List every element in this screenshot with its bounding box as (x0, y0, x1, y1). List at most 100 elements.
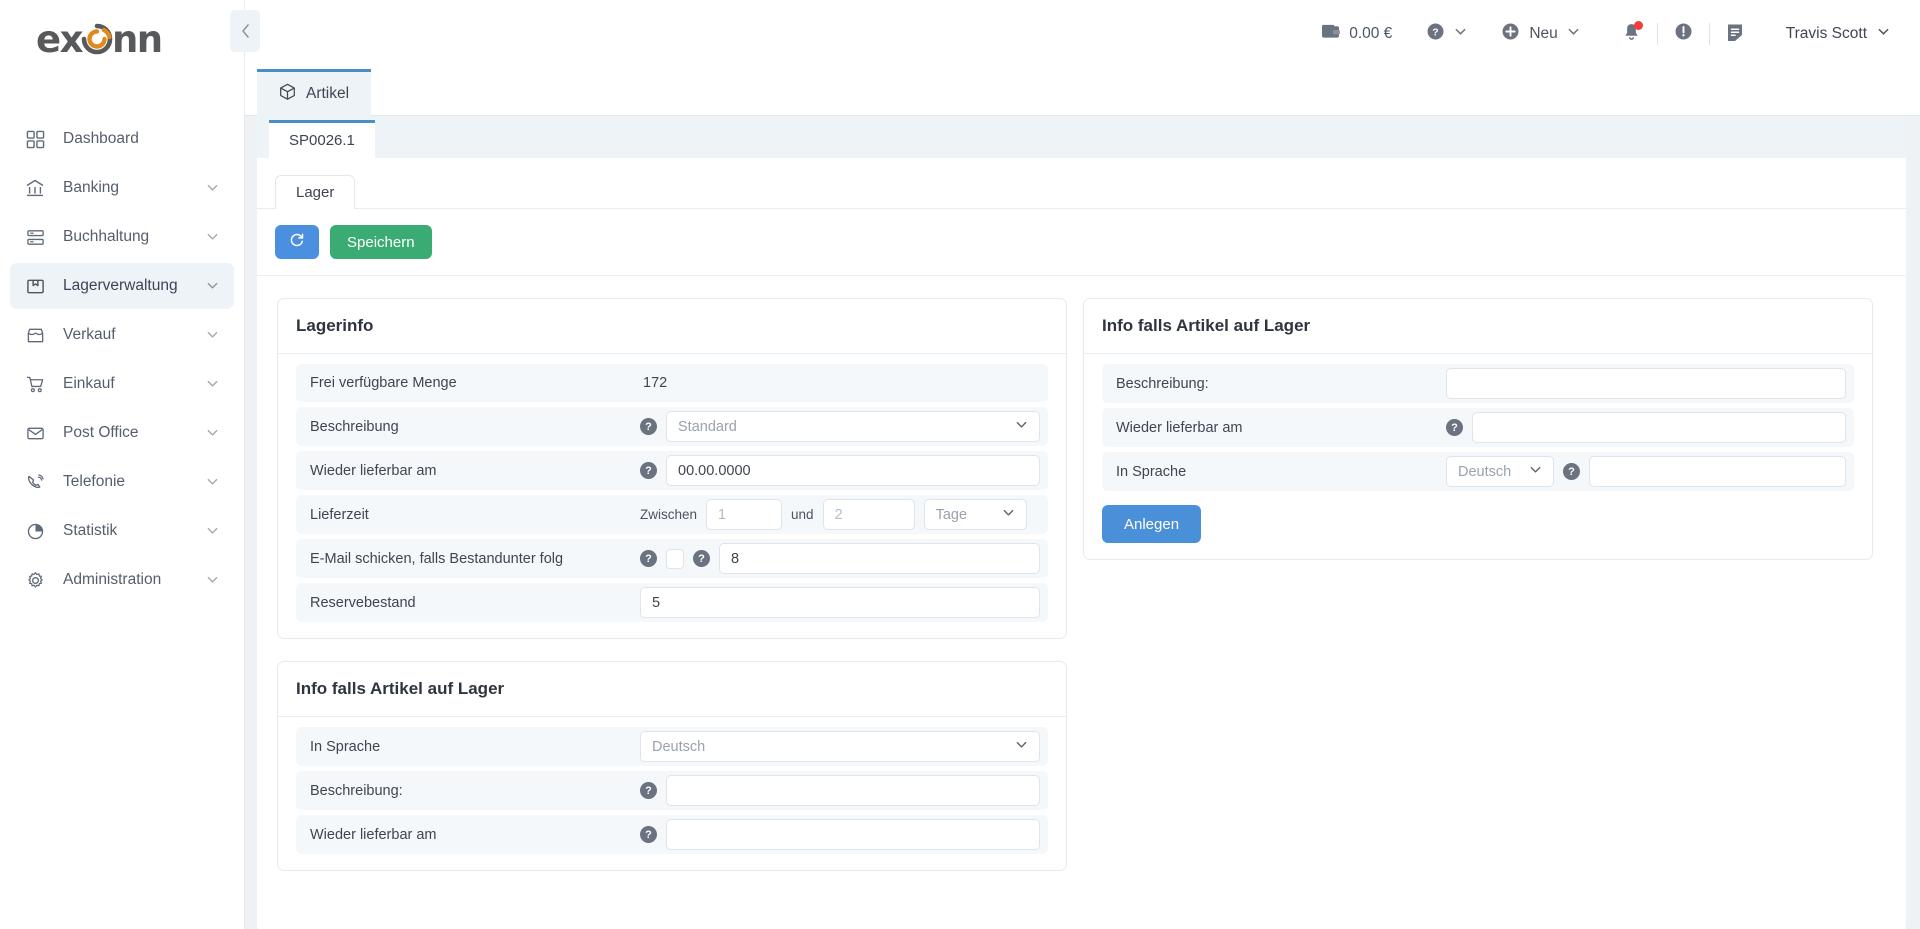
plus-circle-icon (1501, 22, 1520, 46)
document-tab-label: SP0026.1 (289, 132, 355, 149)
help-menu[interactable]: ? (1426, 22, 1467, 46)
refresh-button[interactable] (275, 225, 319, 259)
sidebar-item-label: Post Office (63, 424, 139, 441)
reservebestand-input[interactable] (640, 587, 1040, 618)
beschreibung-input[interactable] (1446, 368, 1846, 399)
lieferzeit-unit-select[interactable]: Tage (923, 499, 1027, 530)
chevron-down-icon (1002, 506, 1015, 523)
card-header: Lagerinfo (278, 299, 1066, 354)
beschreibung-select[interactable]: Standard (666, 411, 1040, 442)
notifications-button[interactable] (1622, 20, 1643, 47)
help-icon[interactable]: ? (640, 418, 657, 435)
wieder-lieferbar-am-input[interactable] (666, 819, 1040, 850)
sidebar-item-lagerverwaltung[interactable]: Lagerverwaltung (10, 263, 234, 309)
sidebar-item-verkauf[interactable]: Verkauf (10, 312, 234, 358)
tab-lager[interactable]: Lager (275, 175, 356, 209)
alerts-button[interactable] (1674, 22, 1693, 46)
sidebar-item-telefonie[interactable]: Telefonie (10, 459, 234, 505)
tab-artikel[interactable]: Artikel (257, 69, 372, 116)
create-button[interactable]: Anlegen (1102, 505, 1202, 543)
ledger-icon (24, 226, 46, 248)
field-label: In Sprache (310, 738, 381, 755)
sidebar-nav: Dashboard Banking Buchhaltung Lagerverwa… (0, 116, 244, 606)
balance-indicator[interactable]: 0.00 € (1321, 23, 1392, 45)
row-frei-verfuegbare-menge: Frei verfügbare Menge 172 (296, 364, 1048, 402)
lieferzeit-to-input[interactable] (822, 499, 915, 530)
help-icon[interactable]: ? (640, 462, 657, 479)
svg-text:?: ? (1433, 28, 1439, 39)
notes-button[interactable] (1726, 22, 1744, 47)
help-icon[interactable]: ? (1563, 463, 1580, 480)
pie-chart-icon (24, 520, 46, 542)
sidebar-item-post-office[interactable]: Post Office (10, 410, 234, 456)
card-body: Beschreibung: Wieder lieferbar am ? In S… (1084, 354, 1872, 559)
chevron-down-icon (206, 279, 220, 293)
sidebar-item-banking[interactable]: Banking (10, 165, 234, 211)
field-label: Beschreibung: (1116, 375, 1209, 392)
beschreibung-input[interactable] (666, 775, 1040, 806)
field-label: E-Mail schicken, falls Bestandunter folg (310, 550, 564, 567)
help-icon[interactable]: ? (1446, 419, 1463, 436)
in-sprache-extra-input[interactable] (1589, 456, 1846, 487)
sidebar-item-administration[interactable]: Administration (10, 557, 234, 603)
module-tabstrip: Artikel (245, 68, 1920, 116)
field-label: Reservebestand (310, 594, 416, 611)
wieder-lieferbar-am-input[interactable] (1472, 412, 1846, 443)
email-threshold-input[interactable] (719, 543, 1040, 574)
row-in-sprache: In Sprache Deutsch (296, 727, 1048, 766)
field-label: Frei verfügbare Menge (310, 375, 457, 391)
email-notify-checkbox[interactable] (666, 548, 684, 569)
document-tabstrip: SP0026.1 (257, 116, 1906, 158)
in-sprache-value: Deutsch (1458, 463, 1512, 480)
wallet-icon (1321, 23, 1341, 45)
tab-document-sp0026-1[interactable]: SP0026.1 (269, 120, 375, 158)
help-icon[interactable]: ? (640, 782, 657, 799)
lieferzeit-from-input[interactable] (706, 499, 783, 530)
sidebar-item-label: Telefonie (63, 473, 126, 490)
main-area: 0.00 € ? Neu Travis Scott Artikel SP0026… (245, 0, 1920, 929)
help-icon[interactable]: ? (640, 550, 657, 567)
gear-icon (24, 569, 46, 591)
chevron-down-icon (206, 573, 220, 587)
user-name: Travis Scott (1785, 25, 1867, 42)
left-column: Lagerinfo Frei verfügbare Menge 172 Besc… (277, 298, 1067, 871)
save-button[interactable]: Speichern (330, 225, 432, 259)
chevron-down-icon (1015, 738, 1028, 755)
beschreibung-select-value: Standard (678, 418, 737, 435)
phone-icon (24, 471, 46, 493)
wieder-lieferbar-am-input[interactable] (666, 455, 1040, 486)
sidebar-item-statistik[interactable]: Statistik (10, 508, 234, 554)
row-wieder-lieferbar-am: Wieder lieferbar am ? (296, 451, 1048, 490)
sidebar-item-dashboard[interactable]: Dashboard (10, 116, 234, 162)
new-menu-button[interactable]: Neu (1501, 22, 1579, 46)
frei-verfuegbare-menge-value: 172 (643, 375, 668, 391)
field-label: Wieder lieferbar am (310, 826, 437, 843)
new-menu-label: Neu (1529, 25, 1558, 42)
logo[interactable]: ex nn (0, 0, 244, 78)
sidebar-collapse-button[interactable] (230, 10, 260, 52)
help-icon[interactable]: ? (640, 826, 657, 843)
in-sprache-select[interactable]: Deutsch (640, 731, 1040, 762)
chevron-down-icon (206, 377, 220, 391)
chevron-down-icon (1454, 25, 1467, 43)
box-icon (24, 275, 46, 297)
card-header: Info falls Artikel auf Lager (278, 662, 1066, 717)
sidebar-item-buchhaltung[interactable]: Buchhaltung (10, 214, 234, 260)
chevron-down-icon (206, 181, 220, 195)
sidebar-item-einkauf[interactable]: Einkauf (10, 361, 234, 407)
question-circle-icon: ? (1426, 22, 1445, 46)
field-label: Wieder lieferbar am (310, 462, 437, 479)
exclamation-circle-icon (1674, 22, 1693, 46)
row-in-sprache: In Sprache Deutsch ? (1102, 452, 1854, 491)
sub-tabstrip: Lager (257, 158, 1906, 209)
sidebar-item-label: Administration (63, 571, 162, 588)
row-beschreibung: Beschreibung ? Standard (296, 407, 1048, 446)
row-reservebestand: Reservebestand (296, 583, 1048, 622)
row-email-bestandunterschreitung: E-Mail schicken, falls Bestandunter folg… (296, 539, 1048, 578)
help-icon[interactable]: ? (693, 550, 710, 567)
divider (1656, 23, 1658, 45)
in-sprache-select[interactable]: Deutsch (1446, 456, 1554, 487)
chevron-down-icon (1529, 463, 1542, 480)
field-label: Lieferzeit (310, 506, 369, 523)
user-menu[interactable]: Travis Scott (1786, 25, 1890, 43)
